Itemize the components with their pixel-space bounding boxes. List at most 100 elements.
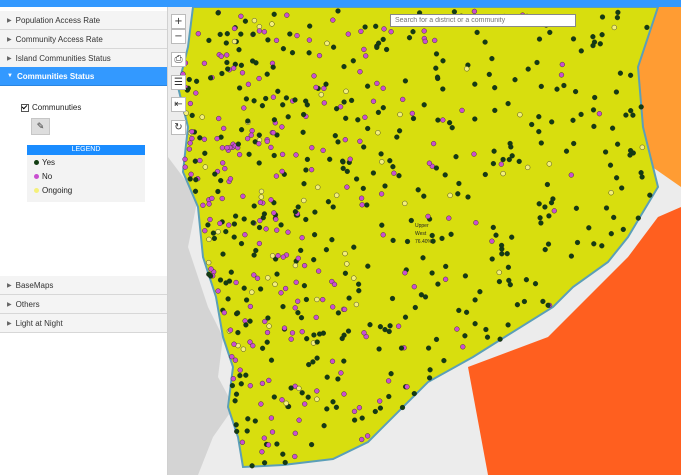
community-marker[interactable] [459, 107, 465, 114]
community-marker[interactable] [311, 332, 317, 338]
community-marker[interactable] [256, 224, 263, 231]
community-marker[interactable] [306, 50, 312, 56]
community-marker[interactable] [239, 70, 246, 76]
community-marker[interactable] [492, 85, 498, 91]
community-marker[interactable] [497, 336, 503, 342]
community-marker[interactable] [386, 393, 392, 400]
community-marker[interactable] [404, 384, 410, 390]
community-marker[interactable] [592, 94, 598, 101]
community-marker[interactable] [433, 336, 440, 343]
community-marker[interactable] [356, 405, 363, 411]
community-marker[interactable] [586, 225, 592, 231]
community-marker[interactable] [380, 36, 386, 43]
community-marker[interactable] [426, 345, 432, 351]
community-marker[interactable] [614, 175, 620, 181]
community-marker[interactable] [231, 65, 237, 71]
community-marker[interactable] [639, 144, 645, 150]
community-marker[interactable] [269, 253, 276, 259]
community-marker[interactable] [421, 28, 427, 34]
community-marker[interactable] [628, 72, 634, 78]
community-marker[interactable] [347, 156, 353, 162]
community-marker[interactable] [251, 98, 257, 104]
community-marker[interactable] [489, 238, 495, 244]
edit-layer-button[interactable]: ✎ [31, 118, 50, 135]
community-marker[interactable] [266, 323, 272, 329]
community-marker[interactable] [202, 150, 208, 156]
community-marker[interactable] [303, 296, 310, 303]
community-marker[interactable] [333, 404, 340, 410]
community-marker[interactable] [542, 247, 548, 253]
community-marker[interactable] [256, 132, 262, 138]
community-marker[interactable] [448, 231, 454, 237]
community-marker[interactable] [317, 331, 323, 337]
community-marker[interactable] [356, 281, 362, 287]
community-marker[interactable] [402, 270, 408, 276]
community-marker[interactable] [194, 78, 200, 84]
community-marker[interactable] [269, 429, 276, 435]
community-marker[interactable] [399, 404, 406, 411]
community-marker[interactable] [422, 294, 429, 300]
community-marker[interactable] [441, 358, 447, 364]
community-marker[interactable] [465, 194, 471, 200]
community-marker[interactable] [193, 177, 199, 183]
community-marker[interactable] [221, 310, 227, 316]
community-marker[interactable] [434, 74, 441, 80]
community-marker[interactable] [225, 296, 231, 302]
community-marker[interactable] [201, 136, 208, 142]
community-marker[interactable] [292, 97, 298, 103]
community-marker[interactable] [375, 109, 382, 116]
community-marker[interactable] [285, 229, 291, 235]
community-marker[interactable] [216, 115, 222, 122]
community-marker[interactable] [256, 160, 262, 166]
community-marker[interactable] [305, 394, 311, 400]
community-marker[interactable] [607, 162, 614, 168]
community-marker[interactable] [271, 117, 278, 123]
community-marker[interactable] [314, 339, 320, 345]
community-marker[interactable] [627, 152, 633, 158]
community-marker[interactable] [500, 156, 506, 163]
community-marker[interactable] [331, 281, 338, 288]
community-marker[interactable] [206, 271, 212, 277]
community-marker[interactable] [259, 380, 266, 387]
community-marker[interactable] [620, 226, 626, 233]
community-marker[interactable] [386, 378, 392, 384]
community-marker[interactable] [472, 81, 478, 87]
community-marker[interactable] [611, 214, 617, 221]
community-marker[interactable] [599, 14, 606, 20]
community-marker[interactable] [431, 141, 437, 147]
community-marker[interactable] [292, 262, 299, 269]
community-marker[interactable] [550, 196, 556, 202]
community-marker[interactable] [420, 255, 426, 261]
community-marker[interactable] [187, 100, 194, 107]
community-marker[interactable] [231, 38, 238, 45]
community-marker[interactable] [215, 188, 221, 195]
community-marker[interactable] [257, 199, 264, 206]
community-marker[interactable] [312, 232, 318, 238]
community-marker[interactable] [384, 46, 390, 53]
community-marker[interactable] [279, 397, 285, 403]
community-marker[interactable] [236, 152, 243, 158]
community-marker[interactable] [224, 59, 230, 66]
community-marker[interactable] [301, 283, 308, 289]
community-marker[interactable] [334, 106, 340, 112]
community-marker[interactable] [254, 275, 261, 281]
community-marker[interactable] [505, 100, 511, 107]
community-marker[interactable] [251, 203, 257, 209]
community-marker[interactable] [512, 77, 518, 83]
community-marker[interactable] [288, 385, 294, 391]
community-marker[interactable] [218, 53, 224, 59]
community-marker[interactable] [229, 354, 235, 360]
community-marker[interactable] [309, 167, 315, 173]
community-marker[interactable] [514, 302, 521, 308]
community-marker[interactable] [574, 239, 581, 246]
community-marker[interactable] [265, 315, 271, 321]
community-marker[interactable] [346, 295, 352, 301]
community-marker[interactable] [195, 31, 201, 37]
community-marker[interactable] [603, 205, 610, 211]
community-marker[interactable] [271, 152, 277, 159]
community-marker[interactable] [491, 148, 497, 154]
community-marker[interactable] [294, 33, 300, 39]
community-marker[interactable] [387, 323, 393, 329]
community-marker[interactable] [590, 34, 596, 40]
community-marker[interactable] [374, 44, 380, 51]
